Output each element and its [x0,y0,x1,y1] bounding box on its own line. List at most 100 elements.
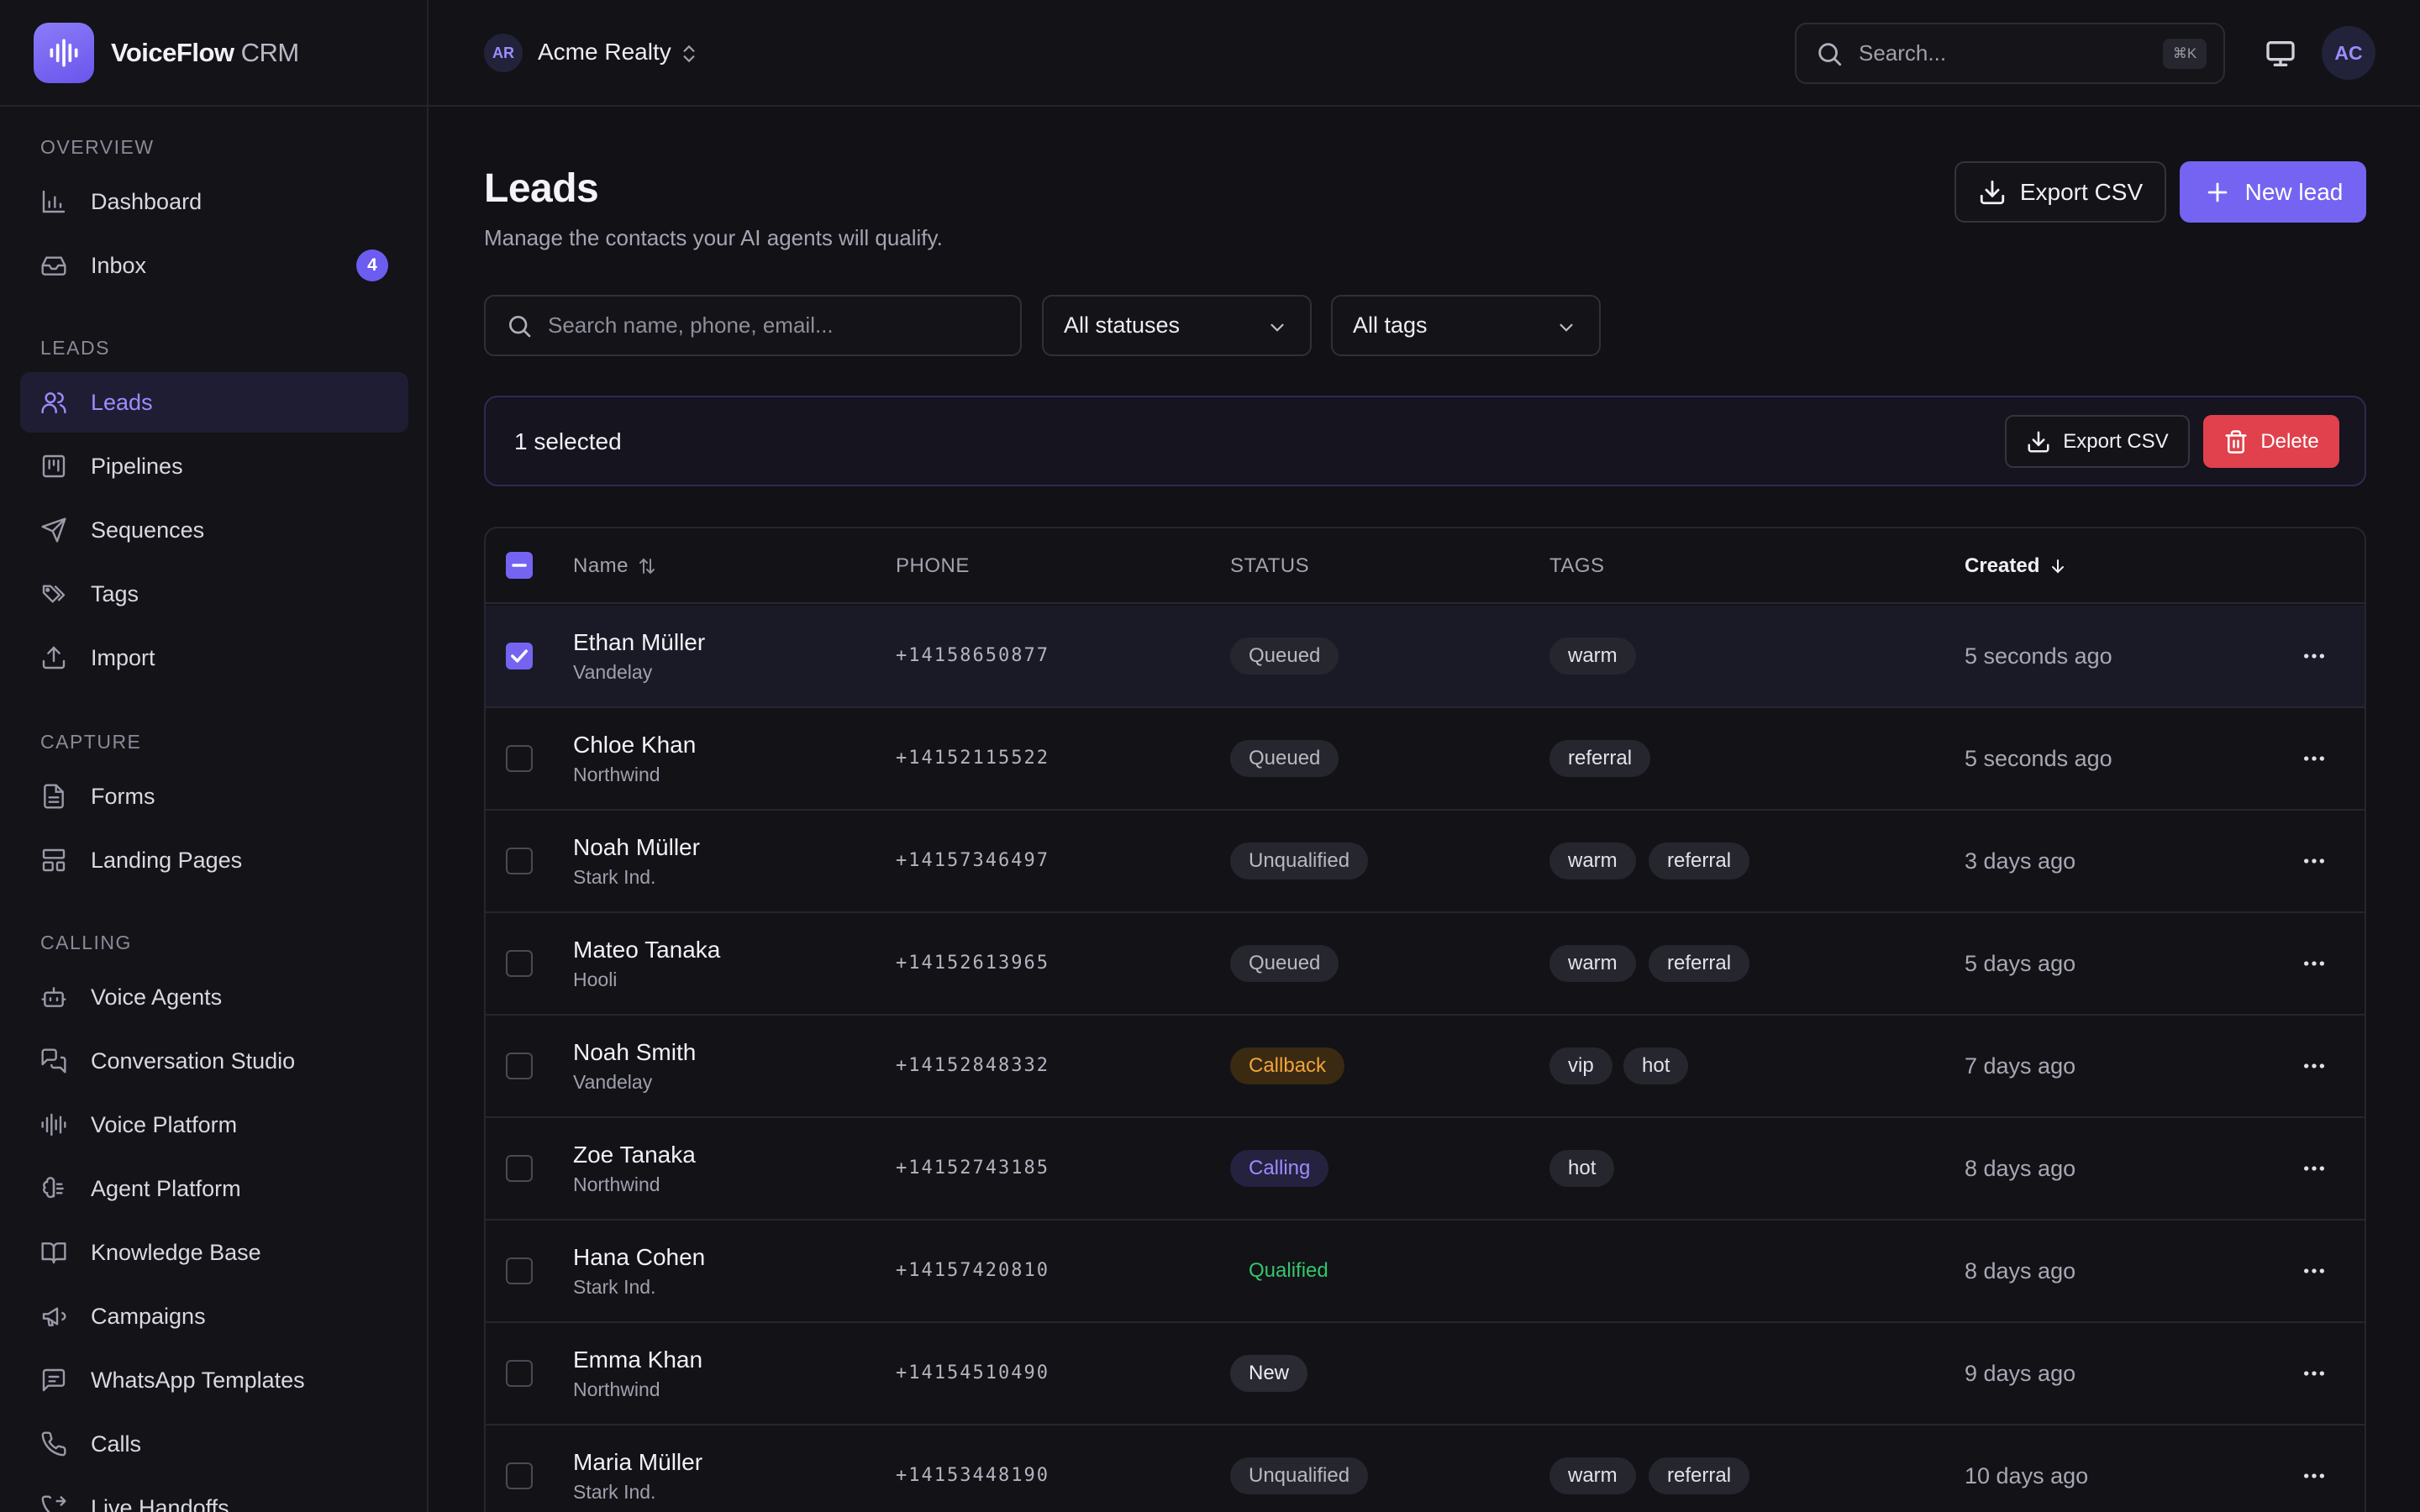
table-row[interactable]: Noah Smith Vandelay +14152848332 Callback vi… [486,1016,2365,1118]
status-badge: Unqualified [1230,843,1369,879]
row-checkbox[interactable] [506,1053,533,1079]
more-horizontal-icon[interactable] [2299,745,2329,772]
table-row[interactable]: Emma Khan Northwind +14154510490 New 9 days … [486,1323,2365,1425]
sidebar-item-conversation-studio[interactable]: Conversation Studio [20,1031,408,1091]
more-horizontal-icon[interactable] [2299,1360,2329,1387]
global-search[interactable]: Search... ⌘K [1795,23,2225,84]
sidebar-item-whatsapp-templates[interactable]: WhatsApp Templates [20,1350,408,1410]
sidebar-item-landing-pages[interactable]: Landing Pages [20,830,408,890]
lead-name[interactable]: Chloe Khan [573,732,696,759]
sidebar-item-label: Conversation Studio [91,1047,296,1074]
status-badge: New [1230,1355,1308,1392]
chevrons-up-down-icon[interactable] [678,39,700,68]
bot-icon [40,984,67,1011]
status-filter-select[interactable]: All statuses [1042,295,1312,356]
sidebar-item-label: Voice Agents [91,984,223,1010]
row-checkbox[interactable] [506,1155,533,1182]
sidebar-item-live-handoffs[interactable]: Live Handoffs [20,1478,408,1512]
row-checkbox[interactable] [506,1360,533,1387]
more-horizontal-icon[interactable] [2299,1257,2329,1284]
row-checkbox[interactable] [506,1462,533,1489]
lead-name[interactable]: Hana Cohen [573,1244,705,1271]
sidebar-item-sequences[interactable]: Sequences [20,500,408,560]
sidebar-item-knowledge-base[interactable]: Knowledge Base [20,1222,408,1283]
message-square-icon [40,1367,67,1394]
sidebar-item-agent-platform[interactable]: Agent Platform [20,1158,408,1219]
column-name[interactable]: Name [573,554,657,578]
more-horizontal-icon[interactable] [2299,1462,2329,1489]
table-row[interactable]: Ethan Müller Vandelay +14158650877 Queued wa… [486,606,2365,708]
bulk-export-csv-button[interactable]: Export CSV [2005,415,2190,468]
row-checkbox[interactable] [506,848,533,874]
sidebar-item-label: Pipelines [91,453,183,479]
more-horizontal-icon[interactable] [2299,950,2329,977]
lead-company: Stark Ind. [573,1481,656,1503]
more-horizontal-icon[interactable] [2299,1053,2329,1079]
sidebar-item-inbox[interactable]: Inbox 4 [20,235,408,296]
search-icon [1818,42,1842,66]
lead-created: 8 days ago [1965,1258,2076,1284]
sidebar-item-leads[interactable]: Leads [20,372,408,433]
monitor-icon[interactable] [2264,37,2297,71]
trash-icon [2225,429,2247,454]
lead-name[interactable]: Mateo Tanaka [573,937,720,963]
sidebar-item-calls[interactable]: Calls [20,1414,408,1474]
sidebar-item-label: Forms [91,783,155,809]
sidebar-item-pipelines[interactable]: Pipelines [20,436,408,496]
more-horizontal-icon[interactable] [2299,643,2329,669]
sidebar-item-label: Dashboard [91,188,203,214]
sidebar-item-dashboard[interactable]: Dashboard [20,171,408,232]
tag-chip: warm [1549,843,1636,879]
chevron-down-icon [1270,323,1284,332]
lead-phone: +14153448190 [896,1465,1050,1486]
workspace-avatar[interactable]: AR [484,34,523,72]
row-checkbox[interactable] [506,950,533,977]
table-row[interactable]: Hana Cohen Stark Ind. +14157420810 Qualifie… [486,1221,2365,1323]
column-created[interactable]: Created [1965,554,2068,578]
table-row[interactable]: Chloe Khan Northwind +14152115522 Queued ref… [486,708,2365,811]
layout-icon [40,847,67,874]
lead-name[interactable]: Emma Khan [573,1347,702,1373]
lead-phone: +14157420810 [896,1260,1050,1281]
sidebar-item-forms[interactable]: Forms [20,766,408,827]
row-checkbox[interactable] [506,643,533,669]
user-avatar[interactable]: AC [2322,26,2375,80]
select-all-checkbox[interactable] [506,552,533,579]
sidebar-item-import[interactable]: Import [20,627,408,688]
row-checkbox[interactable] [506,1257,533,1284]
phone-icon [40,1431,67,1457]
plus-icon [2207,182,2227,202]
check-icon [511,649,528,663]
lead-name[interactable]: Noah Müller [573,834,700,861]
sidebar-item-voice-platform[interactable]: Voice Platform [20,1095,408,1155]
sidebar-item-voice-agents[interactable]: Voice Agents [20,967,408,1027]
send-icon [40,517,67,543]
tag-chip: referral [1649,843,1750,879]
table-row[interactable]: Maria Müller Stark Ind. +14153448190 Unqual… [486,1425,2365,1512]
sidebar-item-label: Import [91,644,155,670]
lead-name[interactable]: Maria Müller [573,1449,702,1476]
lead-search-field[interactable] [484,295,1022,356]
sort-icon [639,558,655,575]
export-csv-button[interactable]: Export CSV [1954,161,2166,223]
sidebar-item-label: WhatsApp Templates [91,1367,305,1393]
sidebar-item-campaigns[interactable]: Campaigns [20,1286,408,1347]
more-horizontal-icon[interactable] [2299,848,2329,874]
sidebar-item-tags[interactable]: Tags [20,564,408,624]
tags-filter-select[interactable]: All tags [1331,295,1601,356]
new-lead-button[interactable]: New lead [2180,161,2366,223]
bulk-delete-button[interactable]: Delete [2203,415,2339,468]
lead-name[interactable]: Ethan Müller [573,629,705,656]
lead-search-input[interactable] [548,312,1020,339]
table-row[interactable]: Mateo Tanaka Hooli +14152613965 Queued warm r… [486,913,2365,1016]
sidebar-item-label: Inbox [91,252,147,278]
row-checkbox[interactable] [506,745,533,772]
table-row[interactable]: Noah Müller Stark Ind. +14157346497 Unquali… [486,811,2365,913]
brand[interactable]: VoiceFlow CRM [0,0,427,107]
lead-name[interactable]: Noah Smith [573,1039,696,1066]
table-row[interactable]: Zoe Tanaka Northwind +14152743185 Calling ho… [486,1118,2365,1221]
more-horizontal-icon[interactable] [2299,1155,2329,1182]
workspace-name[interactable]: Acme Realty [538,39,671,66]
waveform-logo-icon [34,22,94,83]
lead-name[interactable]: Zoe Tanaka [573,1142,696,1168]
